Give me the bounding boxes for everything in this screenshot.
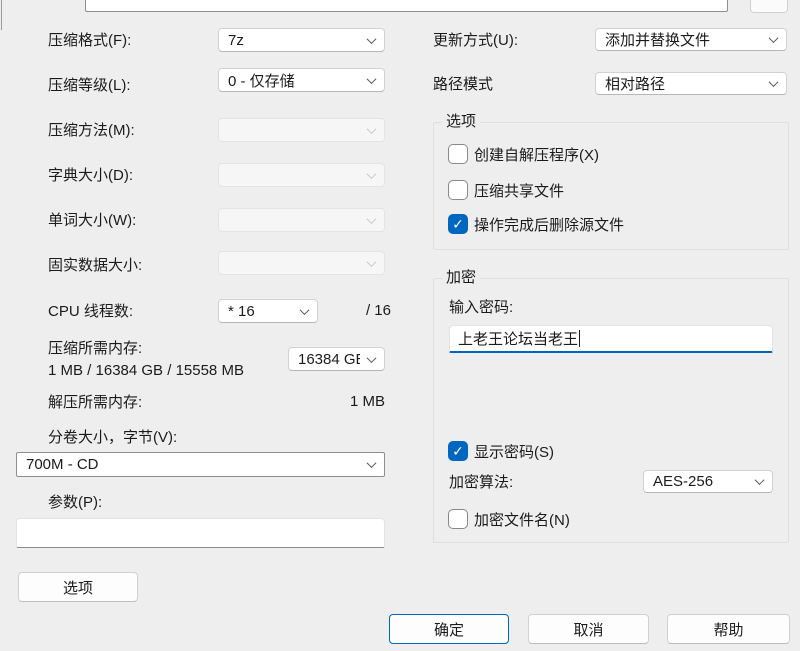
update-mode-dropdown[interactable]: 添加并替换文件 — [595, 28, 787, 51]
volume-size-label: 分卷大小，字节(V): — [48, 428, 177, 448]
delete-after-checkbox[interactable] — [448, 214, 468, 234]
method-dropdown — [218, 118, 385, 142]
password-input[interactable]: 上老王论坛当老王 — [449, 325, 773, 353]
update-mode-label: 更新方式(U): — [433, 31, 518, 51]
dialog-edge-line — [1, 0, 2, 30]
delete-after-label[interactable]: 操作完成后删除源文件 — [474, 216, 624, 236]
parameters-input[interactable] — [16, 518, 385, 548]
cpu-threads-label: CPU 线程数: — [48, 302, 133, 322]
memory-limit-value: 16384 GB — [298, 351, 360, 368]
volume-size-combobox[interactable]: 700M - CD — [16, 452, 385, 477]
memory-decompress-value: 1 MB — [300, 393, 385, 410]
create-sfx-label[interactable]: 创建自解压程序(X) — [474, 146, 599, 166]
cancel-button-label: 取消 — [573, 619, 603, 640]
chevron-down-icon — [367, 124, 377, 134]
encryption-method-value: AES-256 — [653, 473, 713, 490]
memory-limit-dropdown[interactable]: 16384 GB — [288, 347, 385, 371]
options-button-label: 选项 — [63, 577, 93, 598]
add-to-archive-dialog: 压缩格式(F): 7z 压缩等级(L): 0 - 仅存储 压缩方法(M): 字典… — [0, 0, 800, 651]
cancel-button[interactable]: 取消 — [528, 614, 649, 644]
encryption-method-label: 加密算法: — [449, 473, 513, 493]
word-size-label: 单词大小(W): — [48, 211, 136, 231]
chevron-down-icon — [367, 257, 377, 267]
format-value: 7z — [228, 32, 244, 49]
path-mode-label: 路径模式 — [433, 75, 493, 95]
chevron-down-icon — [367, 458, 377, 468]
compress-shared-checkbox[interactable] — [448, 180, 468, 200]
parameters-label: 参数(P): — [48, 493, 102, 513]
path-mode-dropdown[interactable]: 相对路径 — [595, 72, 787, 95]
password-value: 上老王论坛当老王 — [458, 328, 578, 349]
browse-button[interactable] — [750, 0, 788, 13]
memory-compress-label: 压缩所需内存: — [48, 339, 142, 359]
dictionary-dropdown — [218, 163, 385, 187]
solid-block-label: 固实数据大小: — [48, 256, 142, 276]
show-password-label[interactable]: 显示密码(S) — [474, 443, 554, 463]
format-dropdown[interactable]: 7z — [218, 28, 385, 52]
memory-compress-detail: 1 MB / 16384 GB / 15558 MB — [48, 361, 244, 381]
encryption-group-title: 加密 — [442, 270, 480, 286]
text-caret — [579, 330, 580, 347]
volume-size-value: 700M - CD — [26, 456, 99, 473]
solid-block-dropdown — [218, 251, 385, 275]
encryption-method-dropdown[interactable]: AES-256 — [643, 470, 773, 493]
chevron-down-icon — [367, 214, 377, 224]
chevron-down-icon — [769, 77, 779, 87]
level-value: 0 - 仅存储 — [228, 70, 295, 91]
encrypt-names-label[interactable]: 加密文件名(N) — [474, 511, 570, 531]
chevron-down-icon — [367, 74, 377, 84]
archive-name-input[interactable] — [85, 0, 728, 12]
level-label: 压缩等级(L): — [48, 76, 131, 96]
cpu-threads-value: * 16 — [228, 303, 255, 320]
level-dropdown[interactable]: 0 - 仅存储 — [218, 68, 385, 92]
password-label: 输入密码: — [449, 298, 513, 318]
chevron-down-icon — [769, 33, 779, 43]
create-sfx-checkbox[interactable] — [448, 144, 468, 164]
help-button-label: 帮助 — [713, 619, 743, 640]
compress-shared-label[interactable]: 压缩共享文件 — [474, 182, 564, 202]
dictionary-label: 字典大小(D): — [48, 166, 133, 186]
chevron-down-icon — [367, 34, 377, 44]
format-label: 压缩格式(F): — [48, 31, 131, 51]
chevron-down-icon — [367, 353, 377, 363]
word-size-dropdown — [218, 208, 385, 232]
show-password-checkbox[interactable] — [448, 441, 468, 461]
options-button[interactable]: 选项 — [18, 572, 138, 602]
memory-decompress-label: 解压所需内存: — [48, 393, 142, 413]
method-label: 压缩方法(M): — [48, 121, 135, 141]
help-button[interactable]: 帮助 — [667, 614, 790, 644]
ok-button-label: 确定 — [434, 619, 464, 640]
path-mode-value: 相对路径 — [605, 73, 665, 94]
chevron-down-icon — [755, 475, 765, 485]
encrypt-names-checkbox[interactable] — [448, 509, 468, 529]
chevron-down-icon — [367, 169, 377, 179]
options-group-title: 选项 — [442, 114, 480, 130]
cpu-threads-max: / 16 — [300, 302, 391, 319]
ok-button[interactable]: 确定 — [389, 614, 509, 644]
update-mode-value: 添加并替换文件 — [605, 29, 710, 50]
